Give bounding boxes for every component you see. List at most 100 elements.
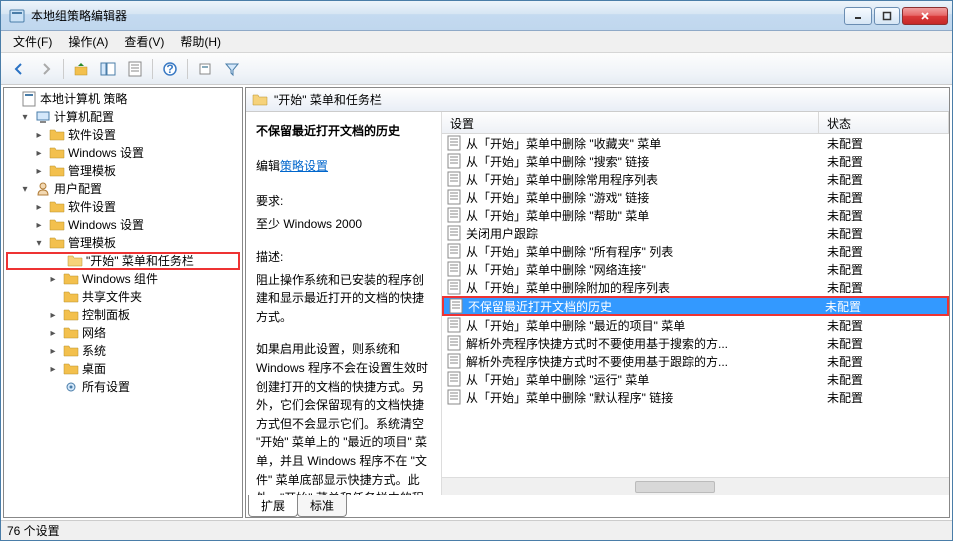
folder-icon [49, 127, 65, 143]
tree-system[interactable]: ▸ 系统 [4, 342, 242, 360]
right-header-title: "开始" 菜单和任务栏 [274, 91, 382, 108]
list-row-setting: 从「开始」菜单中删除 "帮助" 菜单 [466, 207, 819, 224]
tree-software-settings-user[interactable]: ▸ 软件设置 [4, 198, 242, 216]
tab-extended[interactable]: 扩展 [248, 495, 298, 517]
chevron-right-icon[interactable]: ▸ [46, 326, 60, 340]
tree-label: 管理模板 [68, 162, 116, 180]
tree-windows-components[interactable]: ▸ Windows 组件 [4, 270, 242, 288]
list-row[interactable]: 从「开始」菜单中删除 "搜索" 链接未配置 [442, 152, 949, 170]
tree-control-panel[interactable]: ▸ 控制面板 [4, 306, 242, 324]
chevron-down-icon[interactable]: ▾ [32, 236, 46, 250]
list-row[interactable]: 从「开始」菜单中删除 "默认程序" 链接未配置 [442, 388, 949, 406]
chevron-down-icon[interactable]: ▾ [18, 182, 32, 196]
menu-view[interactable]: 查看(V) [116, 31, 172, 52]
properties-button[interactable] [123, 57, 147, 81]
list-row[interactable]: 从「开始」菜单中删除常用程序列表未配置 [442, 170, 949, 188]
horizontal-scrollbar[interactable] [442, 477, 949, 495]
list-row[interactable]: 从「开始」菜单中删除 "收藏夹" 菜单未配置 [442, 134, 949, 152]
setting-icon [446, 317, 462, 333]
tree-start-taskbar[interactable]: "开始" 菜单和任务栏 [6, 252, 240, 270]
tree-user-config[interactable]: ▾ 用户配置 [4, 180, 242, 198]
tree-all-settings[interactable]: 所有设置 [4, 378, 242, 396]
folder-icon [63, 289, 79, 305]
tree-shared-folders[interactable]: 共享文件夹 [4, 288, 242, 306]
tree-expander[interactable] [50, 254, 64, 268]
tree-expander[interactable] [46, 290, 60, 304]
menu-file[interactable]: 文件(F) [5, 31, 60, 52]
tree-label: 管理模板 [68, 234, 116, 252]
tree-label: 控制面板 [82, 306, 130, 324]
forward-button[interactable] [34, 57, 58, 81]
menu-help[interactable]: 帮助(H) [172, 31, 229, 52]
chevron-right-icon[interactable]: ▸ [46, 272, 60, 286]
back-button[interactable] [7, 57, 31, 81]
chevron-right-icon[interactable]: ▸ [32, 164, 46, 178]
window-title: 本地组策略编辑器 [31, 7, 844, 24]
detail-edit-prefix: 编辑 [256, 159, 280, 173]
list-row[interactable]: 从「开始」菜单中删除 "运行" 菜单未配置 [442, 370, 949, 388]
list-row[interactable]: 从「开始」菜单中删除 "帮助" 菜单未配置 [442, 206, 949, 224]
list-row[interactable]: 从「开始」菜单中删除附加的程序列表未配置 [442, 278, 949, 296]
tree-desktop[interactable]: ▸ 桌面 [4, 360, 242, 378]
tree-windows-settings-user[interactable]: ▸ Windows 设置 [4, 216, 242, 234]
chevron-right-icon[interactable]: ▸ [32, 128, 46, 142]
tree-label: 用户配置 [54, 180, 102, 198]
tab-standard[interactable]: 标准 [297, 495, 347, 517]
list-row[interactable]: 从「开始」菜单中删除 "网络连接"未配置 [442, 260, 949, 278]
tree-admin-templates[interactable]: ▸ 管理模板 [4, 162, 242, 180]
tree-computer-config[interactable]: ▾ 计算机配置 [4, 108, 242, 126]
chevron-right-icon[interactable]: ▸ [32, 146, 46, 160]
chevron-right-icon[interactable]: ▸ [32, 218, 46, 232]
toolbar: ? [1, 53, 952, 85]
export-button[interactable] [193, 57, 217, 81]
list-row[interactable]: 从「开始」菜单中删除 "最近的项目" 菜单未配置 [442, 316, 949, 334]
chevron-right-icon[interactable]: ▸ [46, 362, 60, 376]
minimize-button[interactable] [844, 7, 872, 25]
app-icon [9, 8, 25, 24]
setting-icon [446, 261, 462, 277]
tree-label: 系统 [82, 342, 106, 360]
tree-software-settings[interactable]: ▸ 软件设置 [4, 126, 242, 144]
chevron-down-icon[interactable]: ▾ [18, 110, 32, 124]
menu-action[interactable]: 操作(A) [60, 31, 116, 52]
setting-icon [446, 389, 462, 405]
tree-expander[interactable] [4, 92, 18, 106]
list-row[interactable]: 从「开始」菜单中删除 "游戏" 链接未配置 [442, 188, 949, 206]
list-rows[interactable]: 从「开始」菜单中删除 "收藏夹" 菜单未配置从「开始」菜单中删除 "搜索" 链接… [442, 134, 949, 477]
folder-icon [63, 271, 79, 287]
tree-windows-settings[interactable]: ▸ Windows 设置 [4, 144, 242, 162]
policy-settings-link[interactable]: 策略设置 [280, 159, 328, 173]
tree-expander[interactable] [46, 380, 60, 394]
chevron-right-icon[interactable]: ▸ [46, 308, 60, 322]
list-row[interactable]: 解析外壳程序快捷方式时不要使用基于搜索的方...未配置 [442, 334, 949, 352]
help-button[interactable]: ? [158, 57, 182, 81]
tree-admin-templates-user[interactable]: ▾ 管理模板 [4, 234, 242, 252]
list-pane: 设置 状态 从「开始」菜单中删除 "收藏夹" 菜单未配置从「开始」菜单中删除 "… [441, 112, 949, 495]
setting-icon [448, 298, 464, 314]
list-row[interactable]: 关闭用户跟踪未配置 [442, 224, 949, 242]
chevron-right-icon[interactable]: ▸ [46, 344, 60, 358]
up-button[interactable] [69, 57, 93, 81]
list-row-state: 未配置 [819, 189, 949, 206]
col-state-header[interactable]: 状态 [819, 112, 949, 133]
chevron-right-icon[interactable]: ▸ [32, 200, 46, 214]
close-button[interactable] [902, 7, 948, 25]
maximize-button[interactable] [874, 7, 900, 25]
list-row-setting: 从「开始」菜单中删除常用程序列表 [466, 171, 819, 188]
tree-pane[interactable]: 本地计算机 策略 ▾ 计算机配置 ▸ 软件设置 ▸ Windows 设置 ▸ 管… [3, 87, 243, 518]
show-hide-tree-button[interactable] [96, 57, 120, 81]
list-row-setting: 解析外壳程序快捷方式时不要使用基于搜索的方... [466, 335, 819, 352]
status-text: 76 个设置 [7, 522, 60, 539]
list-row-setting: 不保留最近打开文档的历史 [468, 298, 817, 315]
detail-edit: 编辑策略设置 [256, 157, 431, 174]
filter-button[interactable] [220, 57, 244, 81]
list-row[interactable]: 从「开始」菜单中删除 "所有程序" 列表未配置 [442, 242, 949, 260]
list-row[interactable]: 解析外壳程序快捷方式时不要使用基于跟踪的方...未配置 [442, 352, 949, 370]
folder-open-icon [67, 253, 83, 269]
col-setting-header[interactable]: 设置 [442, 112, 819, 133]
list-row[interactable]: 不保留最近打开文档的历史未配置 [442, 296, 949, 316]
scrollbar-thumb[interactable] [635, 481, 715, 493]
tree-root[interactable]: 本地计算机 策略 [4, 90, 242, 108]
list-row-setting: 从「开始」菜单中删除 "游戏" 链接 [466, 189, 819, 206]
tree-network[interactable]: ▸ 网络 [4, 324, 242, 342]
